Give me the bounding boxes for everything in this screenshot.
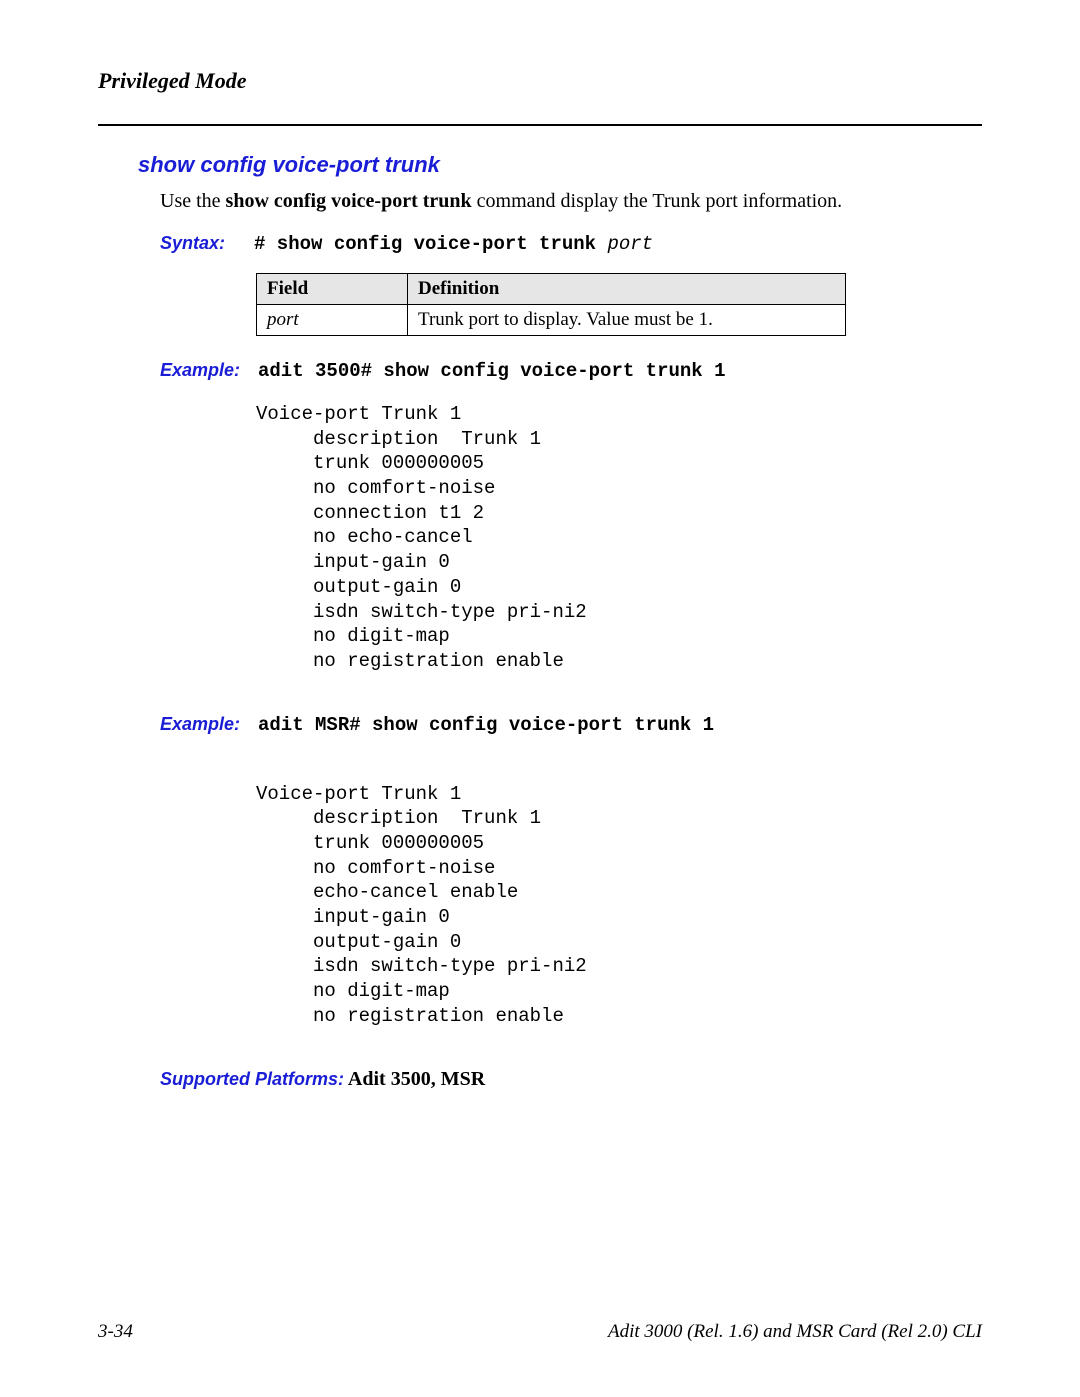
definition-table: Field Definition port Trunk port to disp…	[256, 273, 846, 336]
example-label-1: Example:	[160, 360, 254, 381]
supported-platforms-value: Adit 3500, MSR	[344, 1068, 485, 1090]
header-rule	[98, 124, 982, 126]
table-cell-definition: Trunk port to display. Value must be 1.	[408, 305, 846, 336]
running-header: Privileged Mode	[98, 68, 982, 94]
example-2-command: adit MSR# show config voice-port trunk 1	[258, 714, 714, 736]
footer-page-number: 3-34	[98, 1321, 133, 1343]
syntax-label: Syntax:	[160, 233, 254, 254]
table-cell-field: port	[257, 305, 408, 336]
example-1-command: adit 3500# show config voice-port trunk …	[258, 360, 725, 382]
table-header-row: Field Definition	[257, 274, 846, 305]
table-header-definition: Definition	[408, 274, 846, 305]
syntax-cmd-text: # show config voice-port trunk	[254, 233, 607, 255]
intro-pre: Use the	[160, 190, 226, 212]
page-footer: 3-34 Adit 3000 (Rel. 1.6) and MSR Card (…	[98, 1321, 982, 1343]
example-2-output: Voice-port Trunk 1 description Trunk 1 t…	[256, 782, 982, 1029]
table-row: port Trunk port to display. Value must b…	[257, 305, 846, 336]
supported-platforms-label: Supported Platforms:	[160, 1069, 344, 1089]
content-area: show config voice-port trunk Use the sho…	[138, 152, 982, 1091]
example-label-2: Example:	[160, 714, 254, 735]
table-header-field: Field	[257, 274, 408, 305]
example-1-output: Voice-port Trunk 1 description Trunk 1 t…	[256, 402, 982, 674]
syntax-command: # show config voice-port trunk port	[254, 233, 653, 255]
example-1-header: Example: adit 3500# show config voice-po…	[160, 360, 982, 382]
intro-paragraph: Use the show config voice-port trunk com…	[160, 188, 982, 215]
supported-platforms-row: Supported Platforms: Adit 3500, MSR	[160, 1068, 982, 1091]
intro-post: command display the Trunk port informati…	[472, 190, 843, 212]
intro-command-name: show config voice-port trunk	[226, 190, 472, 212]
syntax-row: Syntax: # show config voice-port trunk p…	[160, 233, 982, 255]
example-2-header: Example: adit MSR# show config voice-por…	[160, 714, 982, 736]
footer-doc-title: Adit 3000 (Rel. 1.6) and MSR Card (Rel 2…	[608, 1321, 982, 1343]
syntax-param: port	[607, 233, 653, 255]
section-title: show config voice-port trunk	[138, 152, 982, 178]
page-container: Privileged Mode show config voice-port t…	[0, 0, 1080, 1397]
